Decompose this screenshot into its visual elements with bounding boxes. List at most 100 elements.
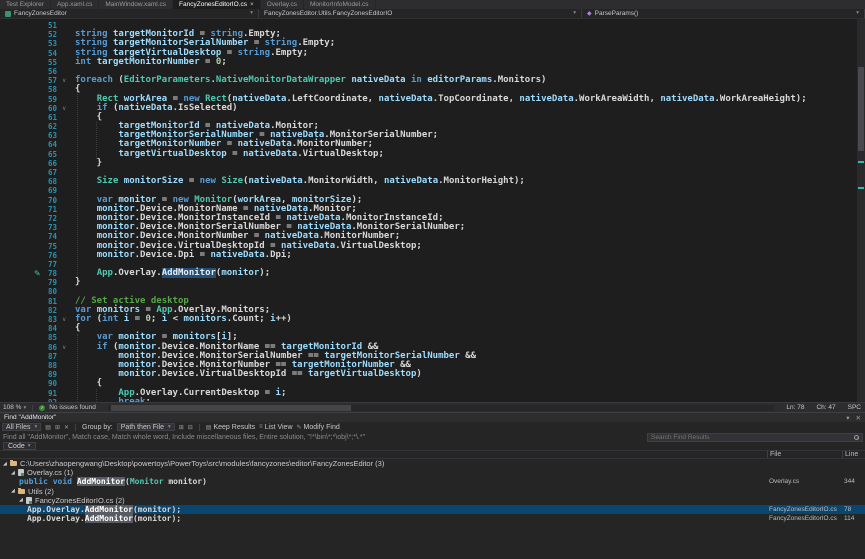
code-line[interactable]: 57∨foreach (EditorParameters.NativeMonit…: [0, 76, 857, 85]
scrollbar-thumb[interactable]: [111, 405, 351, 411]
type-dropdown[interactable]: FancyZonesEditor.Utils.FancyZonesEditorI…: [259, 9, 582, 18]
code-line[interactable]: 89 monitor.Device.VirtualDesktopId == ta…: [0, 370, 857, 379]
line-number: 88: [0, 361, 57, 370]
tab-mainwindow-xaml-cs[interactable]: MainWindow.xaml.cs: [99, 0, 173, 9]
line-number: 65: [0, 150, 57, 159]
line-number: 82: [0, 306, 57, 315]
result-match-row[interactable]: App.Overlay.AddMonitor(monitor);FancyZon…: [0, 505, 865, 514]
close-icon[interactable]: ×: [250, 0, 254, 9]
expander-icon[interactable]: ◢: [3, 461, 10, 467]
column-header-file[interactable]: File: [767, 451, 842, 458]
results-search-input[interactable]: [648, 434, 853, 441]
member-dropdown[interactable]: ◆ ParseParams() ▾: [582, 9, 865, 18]
result-group-row[interactable]: ◢C:\Users\zhaopengwang\Desktop\powertoys…: [0, 459, 865, 468]
modify-find-label: Modify Find: [304, 424, 340, 431]
tab-app-xaml-cs[interactable]: App.xaml.cs: [51, 0, 99, 9]
result-group-row[interactable]: ◢FancyZonesEditorIO.cs (2): [0, 496, 865, 505]
line-number: 68: [0, 177, 57, 186]
line-number: 70: [0, 196, 57, 205]
result-group-row[interactable]: ◢Overlay.cs (1): [0, 468, 865, 477]
code-line[interactable]: 76 monitor.Device.Dpi = nativeData.Dpi;: [0, 251, 857, 260]
line-number: 61: [0, 113, 57, 122]
expander-icon[interactable]: ◢: [11, 488, 18, 494]
method-icon: ◆: [587, 11, 592, 17]
chevron-down-icon: ▾: [856, 9, 859, 18]
clear-results-icon[interactable]: ✕: [64, 424, 69, 431]
expand-all-icon[interactable]: ⊞: [55, 424, 60, 431]
code-filter-dropdown[interactable]: Code ▾: [3, 442, 36, 450]
close-icon[interactable]: ✕: [856, 414, 861, 422]
result-text: ◢C:\Users\zhaopengwang\Desktop\powertoys…: [0, 459, 767, 468]
expand-all-icon[interactable]: ⊞: [179, 424, 184, 431]
code-line[interactable]: 78✎ App.Overlay.AddMonitor(monitor);: [0, 269, 857, 278]
editor-horizontal-scrollbar[interactable]: [108, 405, 775, 411]
space-mode[interactable]: SPC: [848, 404, 861, 411]
tab-monitorinfomodel-cs[interactable]: MonitorInfoModel.cs: [304, 0, 376, 9]
match-mark: [858, 161, 864, 163]
chevron-down-icon: ▾: [250, 9, 253, 18]
code-line[interactable]: 79}: [0, 278, 857, 287]
code-line[interactable]: 68 Size monitorSize = new Size(nativeDat…: [0, 177, 857, 186]
line-number: 69: [0, 186, 57, 195]
panel-title: Find "AddMonitor": [4, 414, 56, 421]
column-header-line[interactable]: Line: [842, 451, 865, 458]
collapse-all-icon[interactable]: ⊟: [188, 424, 193, 431]
divider: [32, 405, 33, 411]
fold-chevron-icon[interactable]: ∨: [62, 343, 66, 352]
editor-vertical-scrollbar[interactable]: [857, 19, 865, 402]
code-text: foreach (EditorParameters.NativeMonitorD…: [75, 76, 546, 85]
line-number: 78: [0, 269, 57, 278]
window-menu-icon[interactable]: ▾: [846, 414, 849, 422]
group-by-dropdown[interactable]: Path then File ▾: [117, 423, 175, 431]
tab-test-explorer[interactable]: Test Explorer: [0, 0, 51, 9]
fold-chevron-icon[interactable]: ∨: [62, 315, 66, 324]
files-icon[interactable]: ▤: [45, 424, 51, 431]
code-line[interactable]: 66 }: [0, 159, 857, 168]
results-filter-row: Code ▾: [0, 442, 865, 450]
line-number: 51: [0, 21, 57, 30]
code-line[interactable]: 83∨for (int i = 0; i < monitors.Count; i…: [0, 315, 857, 324]
files-filter-value: All Files: [6, 424, 31, 431]
result-match-row[interactable]: App.Overlay.AddMonitor(monitor);FancyZon…: [0, 514, 865, 523]
line-number: 73: [0, 223, 57, 232]
fold-chevron-icon[interactable]: ∨: [62, 104, 66, 113]
line-position: Ln: 78: [786, 404, 804, 411]
result-match-row[interactable]: public void AddMonitor(Monitor monitor)O…: [0, 477, 865, 486]
expander-icon[interactable]: ◢: [11, 470, 18, 476]
navigation-bar: FancyZonesEditor ▾ FancyZonesEditor.Util…: [0, 9, 865, 19]
tab-label: MainWindow.xaml.cs: [105, 0, 166, 9]
code-line[interactable]: 65 targetVirtualDesktop = nativeData.Vir…: [0, 150, 857, 159]
editor-status-strip: 108 % ▾ ✓ No issues found Ln: 78 Ch: 47 …: [0, 402, 865, 412]
list-view-toggle[interactable]: ≡ List View: [259, 424, 292, 431]
project-dropdown[interactable]: FancyZonesEditor ▾: [0, 9, 259, 18]
expander-icon[interactable]: ◢: [19, 497, 26, 503]
tab-label: Overlay.cs: [267, 0, 297, 9]
code-line[interactable]: 55int targetMonitorNumber = 0;: [0, 58, 857, 67]
tab-label: FancyZonesEditorIO.cs: [179, 0, 247, 9]
result-file: Overlay.cs: [767, 478, 842, 485]
health-check-icon[interactable]: ✓: [39, 405, 45, 411]
keep-results-toggle[interactable]: ▤ Keep Results: [206, 424, 255, 431]
code-line[interactable]: 60∨ if (nativeData.IsSelected): [0, 104, 857, 113]
result-line: 78: [842, 506, 865, 513]
scrollbar-thumb[interactable]: [858, 67, 864, 151]
type-name: FancyZonesEditor.Utils.FancyZonesEditorI…: [264, 9, 392, 18]
line-number: 79: [0, 278, 57, 287]
panel-title-bar: Find "AddMonitor" ▾ ✕: [0, 413, 865, 422]
code-text: monitor.Device.Dpi = nativeData.Dpi;: [75, 251, 292, 260]
fold-chevron-icon[interactable]: ∨: [62, 76, 66, 85]
result-group-row[interactable]: ◢Utils (2): [0, 487, 865, 496]
tab-overlay-cs[interactable]: Overlay.cs: [261, 0, 304, 9]
zoom-control[interactable]: 108 % ▾: [3, 404, 26, 411]
results-search-box[interactable]: [647, 433, 863, 442]
tab-fancyzoneseditorio-cs[interactable]: FancyZonesEditorIO.cs×: [173, 0, 261, 9]
line-number: 55: [0, 58, 57, 67]
search-summary-row: Find all "AddMonitor", Match case, Match…: [0, 432, 865, 442]
code-text: App.Overlay.AddMonitor(monitor);: [75, 269, 270, 278]
result-text: App.Overlay.AddMonitor(monitor);: [0, 505, 767, 514]
chevron-down-icon: ▾: [573, 9, 576, 18]
files-filter-dropdown[interactable]: All Files ▾: [2, 423, 41, 431]
modify-find-button[interactable]: ✎ Modify Find: [297, 424, 340, 431]
code-editor[interactable]: 5152string targetMonitorId = string.Empt…: [0, 19, 857, 402]
char-position: Ch: 47: [816, 404, 835, 411]
